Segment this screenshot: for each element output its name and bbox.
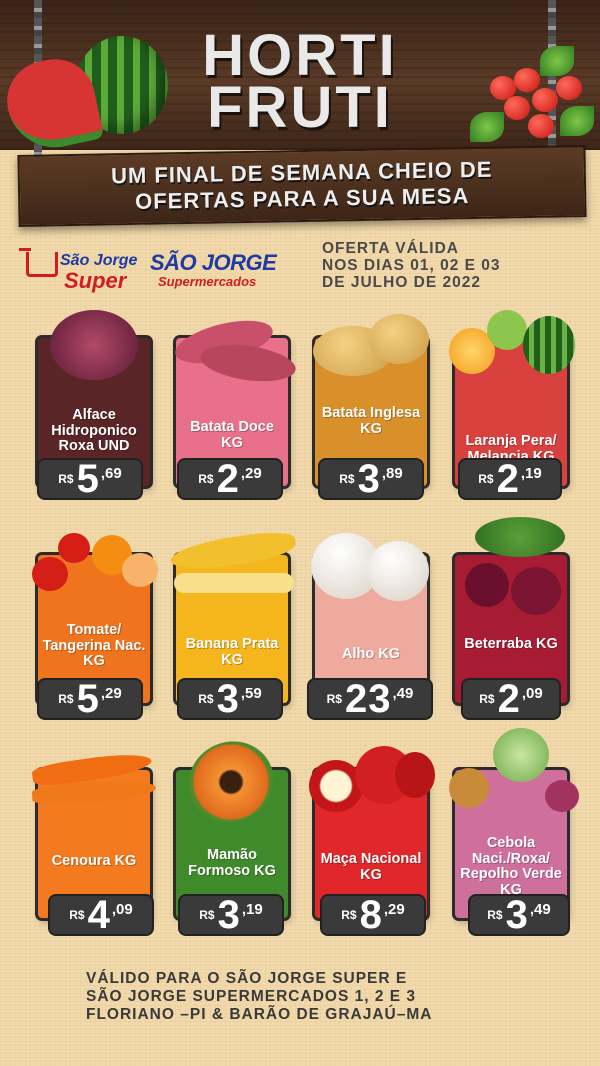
shopping-cart-icon bbox=[19, 248, 58, 277]
price-tag: R$ 2,09 bbox=[463, 677, 559, 721]
price-cents: ,19 bbox=[241, 901, 263, 918]
price-tag: R$ 8,29 bbox=[322, 893, 424, 937]
footer-note: VÁLIDO PARA O SÃO JORGE SUPER E SÃO JORG… bbox=[86, 970, 566, 1024]
price-cents: ,69 bbox=[100, 465, 122, 482]
price-tag: R$ 5,29 bbox=[39, 677, 141, 721]
price-integer: 4 bbox=[87, 893, 111, 937]
flyer-page: HORTI FRUTI UM FINAL DE SEMANA CHEIO DE … bbox=[0, 0, 600, 1066]
currency-symbol: R$ bbox=[58, 692, 74, 706]
currency-symbol: R$ bbox=[479, 692, 495, 706]
product-name: Batata Doce KG bbox=[190, 419, 274, 451]
orange-watermelon-icon bbox=[449, 310, 575, 390]
price-integer: 2 bbox=[496, 457, 520, 501]
price-integer: 5 bbox=[76, 457, 100, 501]
currency-symbol: R$ bbox=[198, 472, 214, 486]
sao-jorge-super-logo: São Jorge Super bbox=[19, 246, 146, 293]
price-tag: R$ 2,19 bbox=[460, 457, 560, 501]
product-name: Maça Nacional KG bbox=[320, 851, 422, 883]
price-integer: 8 bbox=[359, 893, 383, 937]
currency-symbol: R$ bbox=[339, 472, 355, 486]
currency-symbol: R$ bbox=[198, 692, 214, 706]
price-cents: ,29 bbox=[100, 685, 122, 702]
validity-line1: OFERTA VÁLIDA bbox=[322, 240, 459, 257]
footer-line3: FLORIANO –PI & BARÃO DE GRAJAÚ–MA bbox=[86, 1006, 433, 1023]
product-name: Alho KG bbox=[342, 646, 400, 662]
lettuce-icon bbox=[32, 310, 156, 390]
product-name: Tomate/ Tangerina Nac. KG bbox=[42, 622, 146, 669]
slogan-board: UM FINAL DE SEMANA CHEIO DE OFERTAS PARA… bbox=[17, 145, 587, 227]
carrot-icon bbox=[31, 742, 157, 822]
price-integer: 2 bbox=[216, 457, 240, 501]
price-cents: ,49 bbox=[392, 685, 414, 702]
tomato-tangerine-icon bbox=[32, 527, 158, 607]
price-integer: 3 bbox=[217, 893, 241, 937]
beet-icon bbox=[449, 517, 573, 615]
product-name: Cenoura KG bbox=[51, 853, 137, 869]
price-tag: R$ 3,19 bbox=[180, 893, 282, 937]
price-tag: R$ 3,49 bbox=[470, 893, 568, 937]
currency-symbol: R$ bbox=[326, 692, 342, 706]
papaya-icon bbox=[170, 727, 294, 837]
price-integer: 3 bbox=[357, 457, 381, 501]
product-name: Alface Hidroponico Roxa UND bbox=[51, 407, 137, 454]
validity-line2: NOS DIAS 01, 02 E 03 bbox=[322, 257, 501, 274]
price-tag: R$ 2,29 bbox=[179, 457, 281, 501]
logo2-line2: Supermercados bbox=[158, 274, 257, 289]
currency-symbol: R$ bbox=[478, 472, 494, 486]
price-cents: ,89 bbox=[381, 465, 403, 482]
sweet-potato-icon bbox=[170, 310, 298, 390]
price-tag: R$ 4,09 bbox=[50, 893, 152, 937]
currency-symbol: R$ bbox=[487, 908, 503, 922]
price-cents: ,49 bbox=[529, 901, 551, 918]
currency-symbol: R$ bbox=[58, 472, 74, 486]
currency-symbol: R$ bbox=[69, 908, 85, 922]
product-name: Beterraba KG bbox=[464, 636, 558, 652]
product-name: Batata Inglesa KG bbox=[321, 405, 421, 437]
offer-validity: OFERTA VÁLIDA NOS DIAS 01, 02 E 03 DE JU… bbox=[322, 240, 582, 291]
price-integer: 5 bbox=[76, 677, 100, 721]
garlic-icon bbox=[309, 527, 433, 607]
price-cents: ,19 bbox=[520, 465, 542, 482]
logo1-line2: Super bbox=[64, 268, 127, 293]
header-board: HORTI FRUTI UM FINAL DE SEMANA CHEIO DE … bbox=[0, 0, 600, 230]
product-name: Cebola Naci./Roxa/ Repolho Verde KG bbox=[460, 835, 562, 898]
price-tag: R$ 3,89 bbox=[320, 457, 422, 501]
footer-line1: VÁLIDO PARA O SÃO JORGE SUPER E bbox=[86, 970, 408, 987]
banana-icon bbox=[168, 527, 298, 607]
price-integer: 2 bbox=[497, 677, 521, 721]
footer-line2: SÃO JORGE SUPERMERCADOS 1, 2 E 3 bbox=[86, 988, 417, 1005]
validity-line3: DE JULHO DE 2022 bbox=[322, 274, 481, 291]
vegetables-icon bbox=[470, 46, 594, 146]
price-cents: ,29 bbox=[240, 465, 262, 482]
onion-cabbage-icon bbox=[449, 728, 579, 822]
price-cents: ,29 bbox=[383, 901, 405, 918]
price-integer: 23 bbox=[344, 677, 392, 721]
currency-symbol: R$ bbox=[341, 908, 357, 922]
price-cents: ,09 bbox=[111, 901, 133, 918]
price-tag: R$ 23,49 bbox=[309, 677, 431, 721]
logo2-line1: SÃO JORGE bbox=[150, 250, 277, 275]
price-integer: 3 bbox=[505, 893, 529, 937]
price-integer: 3 bbox=[216, 677, 240, 721]
price-cents: ,09 bbox=[521, 685, 543, 702]
product-name: Banana Prata KG bbox=[185, 636, 279, 668]
apple-icon bbox=[309, 742, 435, 822]
price-cents: ,59 bbox=[240, 685, 262, 702]
sao-jorge-supermercados-logo: SÃO JORGE Supermercados bbox=[150, 250, 300, 290]
potato-icon bbox=[309, 310, 433, 390]
currency-symbol: R$ bbox=[199, 908, 215, 922]
product-name: Mamão Formoso KG bbox=[188, 847, 276, 879]
price-tag: R$ 3,59 bbox=[179, 677, 281, 721]
price-tag: R$ 5,69 bbox=[39, 457, 141, 501]
